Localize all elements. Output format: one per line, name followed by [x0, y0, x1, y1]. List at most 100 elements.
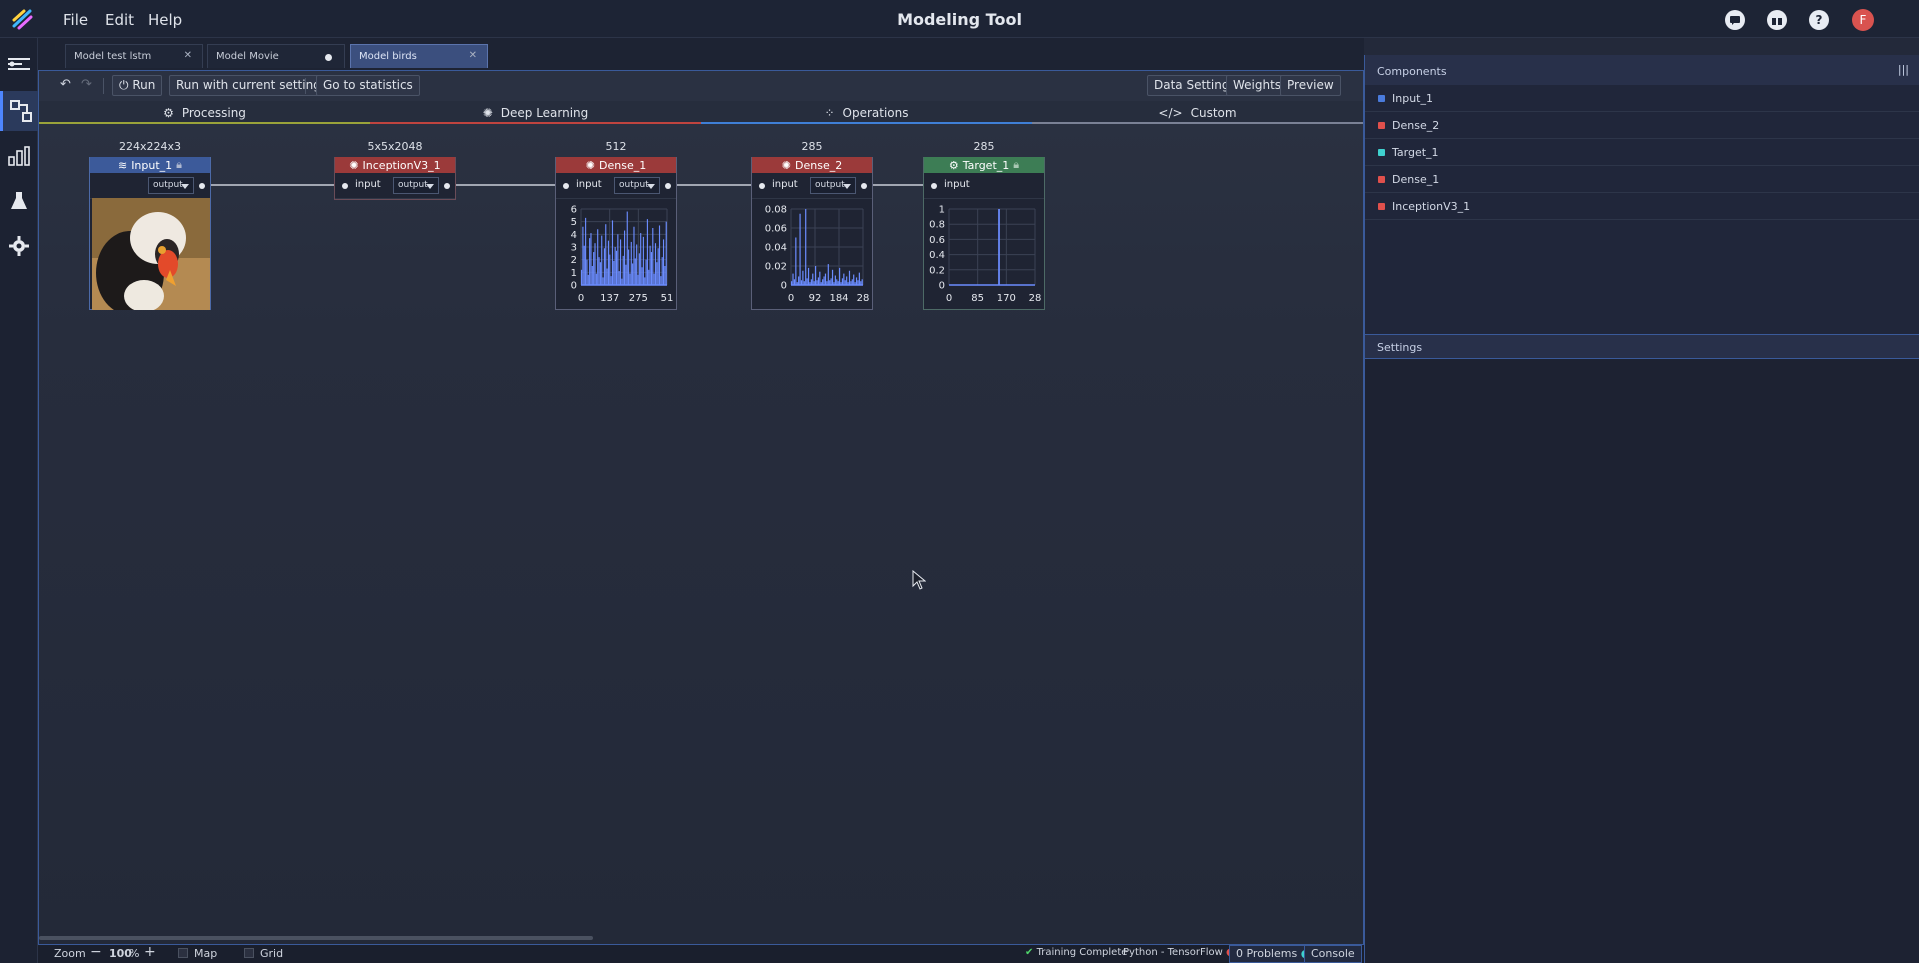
component-item-input-1[interactable]: Input_1	[1365, 85, 1919, 112]
rail-modeling-icon[interactable]	[0, 91, 38, 131]
component-label: Target_1	[1392, 146, 1439, 159]
component-item-dense-1[interactable]: Dense_1	[1365, 166, 1919, 193]
lock-icon[interactable]: 🔒︎	[176, 158, 182, 172]
dense2-histogram-chart: 0.08 0.06 0.04 0.02 00 92 184 28	[765, 205, 870, 305]
help-icon[interactable]: ?	[1809, 10, 1829, 30]
zoom-out-button[interactable]: −	[90, 944, 102, 960]
chart-bar	[815, 266, 817, 285]
category-tab-operations[interactable]: ⁘ Operations	[701, 101, 1032, 124]
chart-bar	[607, 240, 610, 285]
chart-bar	[632, 263, 634, 285]
component-color-swatch	[1378, 176, 1385, 183]
input-port[interactable]	[342, 183, 348, 189]
input-port[interactable]	[931, 183, 937, 189]
output-select[interactable]: output	[148, 177, 194, 194]
run-with-current-settings-button[interactable]: Run with current settings	[169, 75, 335, 96]
gift-icon[interactable]	[1767, 10, 1787, 30]
settings-header[interactable]: Settings	[1365, 334, 1919, 359]
chart-bar	[658, 225, 661, 285]
input-label: input	[355, 179, 381, 190]
node-dense-1[interactable]: ✺ Dense_1 input output 6 5 4 3 2 1 0 0 137 275 51	[555, 157, 677, 310]
node-input-1[interactable]: ≋ Input_1 🔒︎ output	[89, 157, 211, 310]
rail-statistics-icon[interactable]	[0, 136, 38, 176]
preview-button[interactable]: Preview	[1280, 75, 1341, 96]
menu-help[interactable]: Help	[148, 11, 182, 29]
console-button[interactable]: Console	[1304, 945, 1362, 963]
grid-checkbox[interactable]	[244, 948, 254, 958]
file-tab-model-movie[interactable]: Model Movie	[207, 44, 345, 68]
component-item-target-1[interactable]: Target_1	[1365, 139, 1919, 166]
chart-x-tick-label: 85	[971, 293, 984, 304]
collapse-panel-icon[interactable]: |||	[1898, 63, 1909, 76]
go-to-statistics-button[interactable]: Go to statistics	[316, 75, 420, 96]
chart-bar	[823, 276, 825, 285]
component-label: InceptionV3_1	[1392, 200, 1471, 213]
grid-toggle[interactable]: Grid	[244, 947, 283, 960]
node-header[interactable]: ✺ Dense_1	[556, 157, 676, 173]
chart-bar	[606, 268, 608, 285]
input-port[interactable]	[759, 183, 765, 189]
component-color-swatch	[1378, 95, 1385, 102]
model-workspace[interactable]: ↶ ↷ ⏻ Run Run with current settings Go t…	[38, 70, 1364, 945]
category-tab-processing[interactable]: ⚙ Processing	[39, 101, 370, 124]
component-item-dense-2[interactable]: Dense_2	[1365, 112, 1919, 139]
node-target-1[interactable]: ⚙ Target_1 🔒︎ input 1 0.8 0.6 0.4 0.2 0 0 85 170…	[923, 157, 1045, 310]
node-header[interactable]: ✺ Dense_2	[752, 157, 872, 173]
node-dims-inception: 5x5x2048	[367, 140, 423, 153]
output-select[interactable]: output	[393, 177, 439, 194]
map-checkbox[interactable]	[178, 948, 188, 958]
node-dense-2[interactable]: ✺ Dense_2 input output 0.08 0.06 0.04 0.02 0…	[751, 157, 873, 310]
map-toggle[interactable]: Map	[178, 947, 217, 960]
component-item-inceptionv3-1[interactable]: InceptionV3_1	[1365, 193, 1919, 220]
close-icon[interactable]: ✕	[184, 50, 192, 61]
file-tab-model-birds[interactable]: Model birds ✕	[350, 44, 488, 68]
output-select[interactable]: output	[810, 177, 856, 194]
rail-data-icon[interactable]	[0, 44, 38, 84]
output-port[interactable]	[444, 183, 450, 189]
node-header[interactable]: ✺ InceptionV3_1	[335, 157, 455, 173]
run-label: Run	[132, 78, 156, 92]
redo-icon[interactable]: ↷	[81, 77, 92, 92]
output-select[interactable]: output	[614, 177, 660, 194]
lock-icon[interactable]: 🔒︎	[1013, 158, 1019, 172]
chart-bar	[843, 273, 845, 285]
undo-icon[interactable]: ↶	[60, 77, 71, 92]
node-header[interactable]: ⚙ Target_1 🔒︎	[924, 157, 1044, 173]
chart-bar	[637, 274, 639, 285]
output-port[interactable]	[199, 183, 205, 189]
zoom-unit: %	[129, 947, 140, 960]
zoom-in-button[interactable]: +	[144, 944, 156, 960]
file-tab-model-test-lstm[interactable]: Model test lstm ✕	[65, 44, 203, 68]
chart-bar	[582, 226, 584, 285]
menu-file[interactable]: File	[63, 11, 88, 29]
category-tab-deep-learning[interactable]: ✺ Deep Learning	[370, 101, 701, 124]
node-header[interactable]: ≋ Input_1 🔒︎	[90, 157, 210, 173]
input-port[interactable]	[563, 183, 569, 189]
user-avatar[interactable]: F	[1852, 9, 1874, 31]
chart-bar	[861, 279, 863, 285]
app-logo-icon[interactable]	[10, 8, 34, 30]
output-port[interactable]	[665, 183, 671, 189]
menu-edit[interactable]: Edit	[105, 11, 134, 29]
node-inceptionv3-1[interactable]: ✺ InceptionV3_1 input output	[334, 157, 456, 200]
chart-bar	[609, 254, 611, 285]
category-tab-custom[interactable]: </> Custom	[1032, 101, 1363, 124]
input-label: input	[772, 179, 798, 190]
rail-settings-gear-icon[interactable]	[0, 226, 38, 266]
weights-button[interactable]: Weights	[1226, 75, 1289, 96]
chart-bar	[650, 252, 653, 285]
chart-bar	[626, 211, 628, 285]
chart-y-tick-label: 2	[571, 255, 577, 266]
database-icon: ≋	[117, 158, 128, 172]
close-icon[interactable]: ✕	[469, 50, 477, 61]
rail-test-flask-icon[interactable]	[0, 181, 38, 221]
component-label: Dense_2	[1392, 119, 1440, 132]
brain-icon: ✺	[781, 158, 791, 172]
horizontal-scrollbar[interactable]	[39, 936, 593, 940]
output-port[interactable]	[861, 183, 867, 189]
chart-bar	[792, 273, 794, 285]
chat-icon[interactable]	[1725, 10, 1745, 30]
chart-y-tick-label: 0.08	[765, 205, 787, 216]
run-button[interactable]: ⏻ Run	[112, 75, 163, 96]
unsaved-dot-icon[interactable]	[325, 54, 332, 61]
